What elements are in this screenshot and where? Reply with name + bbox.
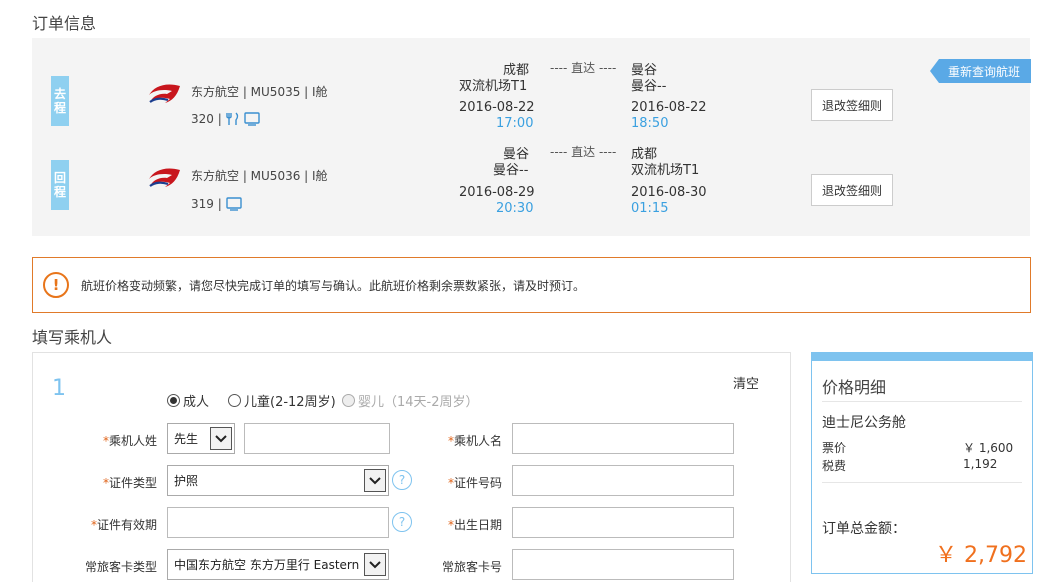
radio-adult-label: 成人	[183, 395, 210, 410]
outbound-airline: 东方航空 | MU5035 | I舱	[191, 85, 328, 99]
birth-date-label: *出生日期	[447, 518, 502, 532]
requery-flight-button[interactable]: 重新查询航班	[930, 59, 1031, 83]
ff-type-value: 中国东方航空 东方万里行 Eastern M	[174, 558, 374, 572]
help-icon[interactable]: ?	[392, 470, 412, 490]
entertainment-icon	[226, 197, 242, 211]
id-number-label: *证件号码	[447, 476, 502, 490]
return-tag-char-2: 程	[53, 185, 66, 199]
warning-icon: !	[43, 272, 69, 298]
id-expiry-input[interactable]	[167, 507, 389, 538]
outbound-aircraft-row: 320 |	[191, 112, 260, 126]
outbound-tag: 去 程	[51, 76, 69, 126]
surname-label: *乘机人姓	[102, 434, 157, 448]
return-arr-airport: 双流机场T1	[631, 163, 700, 178]
birth-date-input[interactable]	[512, 507, 734, 538]
radio-infant-label: 婴儿（14天-2周岁）	[358, 395, 479, 410]
given-name-label: *乘机人名	[447, 434, 502, 448]
passenger-index: 1	[52, 376, 66, 401]
radio-infant-dot	[342, 394, 355, 407]
ff-number-input[interactable]	[512, 549, 734, 580]
radio-adult[interactable]: 成人	[167, 391, 209, 410]
title-select-value: 先生	[174, 432, 199, 446]
return-airline: 东方航空 | MU5036 | I舱	[191, 169, 328, 183]
fare-value: ￥ 1,600	[963, 441, 1014, 455]
notice-text: 航班价格变动频繁，请您尽快完成订单的填写与确认。此航班价格剩余票数紧张，请及时预…	[81, 278, 586, 293]
outbound-direct: ---- 直达 ----	[550, 61, 617, 75]
tax-label: 税费	[822, 459, 847, 473]
id-number-input[interactable]	[512, 465, 734, 496]
chevron-down-icon[interactable]	[210, 427, 232, 450]
return-aircraft-row: 319 |	[191, 197, 242, 211]
outbound-aircraft: 320 |	[191, 112, 222, 126]
return-dep-airport: 曼谷--	[493, 163, 529, 178]
entertainment-icon	[244, 112, 260, 126]
clear-button[interactable]: 清空	[733, 373, 759, 392]
china-eastern-logo-icon	[149, 168, 180, 187]
outbound-dep-date: 2016-08-22	[459, 100, 535, 115]
passenger-title: 填写乘机人	[32, 328, 113, 347]
radio-child[interactable]: 儿童(2-12周岁)	[228, 391, 336, 410]
outbound-tag-char-2: 程	[53, 101, 66, 115]
return-arr-time: 01:15	[631, 201, 669, 216]
id-type-select[interactable]: 护照	[167, 465, 389, 496]
return-arr-date: 2016-08-30	[631, 185, 707, 200]
tax-value: 1,192	[963, 457, 998, 471]
outbound-rules-button[interactable]: 退改签细则	[811, 89, 893, 121]
outbound-arr-time: 18:50	[631, 116, 669, 131]
price-title: 价格明细	[822, 378, 887, 397]
outbound-dep-airport: 双流机场T1	[459, 79, 528, 94]
title-select[interactable]: 先生	[167, 423, 235, 454]
china-eastern-logo-icon	[149, 84, 180, 103]
radio-adult-dot[interactable]	[167, 394, 180, 407]
ff-number-label: 常旅客卡号	[441, 560, 502, 574]
meal-icon	[226, 112, 238, 125]
total-label: 订单总金额：	[822, 521, 906, 537]
return-rules-button[interactable]: 退改签细则	[811, 174, 893, 206]
divider	[822, 482, 1022, 483]
return-dep-time: 20:30	[496, 201, 534, 216]
return-tag: 回 程	[51, 160, 69, 210]
outbound-tag-char-1: 去	[53, 87, 66, 101]
chevron-down-icon[interactable]	[364, 553, 386, 576]
return-dep-date: 2016-08-29	[459, 185, 535, 200]
radio-child-label: 儿童(2-12周岁)	[244, 395, 336, 410]
return-aircraft: 319 |	[191, 197, 222, 211]
outbound-arr-date: 2016-08-22	[631, 100, 707, 115]
help-icon[interactable]: ?	[392, 512, 412, 532]
return-tag-char-1: 回	[53, 171, 66, 185]
surname-input[interactable]	[244, 423, 390, 454]
fare-label: 票价	[822, 441, 847, 455]
outbound-dep-time: 17:00	[496, 116, 534, 131]
outbound-arr-airport: 曼谷--	[631, 79, 667, 94]
id-type-label: *证件类型	[102, 476, 157, 490]
radio-child-dot[interactable]	[228, 394, 241, 407]
radio-infant: 婴儿（14天-2周岁）	[342, 391, 479, 410]
ff-type-label: 常旅客卡类型	[84, 560, 157, 574]
cabin-name: 迪士尼公务舱	[822, 415, 906, 431]
order-info-title: 订单信息	[32, 14, 97, 33]
return-direct: ---- 直达 ----	[550, 145, 617, 159]
price-change-notice: ! 航班价格变动频繁，请您尽快完成订单的填写与确认。此航班价格剩余票数紧张，请及…	[32, 257, 1031, 313]
total-amount: ￥ 2,792	[935, 543, 1027, 568]
given-name-input[interactable]	[512, 423, 734, 454]
id-type-value: 护照	[174, 474, 199, 488]
id-expiry-label: *证件有效期	[90, 518, 157, 532]
divider	[822, 401, 1022, 402]
chevron-down-icon[interactable]	[364, 469, 386, 492]
ff-type-select[interactable]: 中国东方航空 东方万里行 Eastern M	[167, 549, 389, 580]
